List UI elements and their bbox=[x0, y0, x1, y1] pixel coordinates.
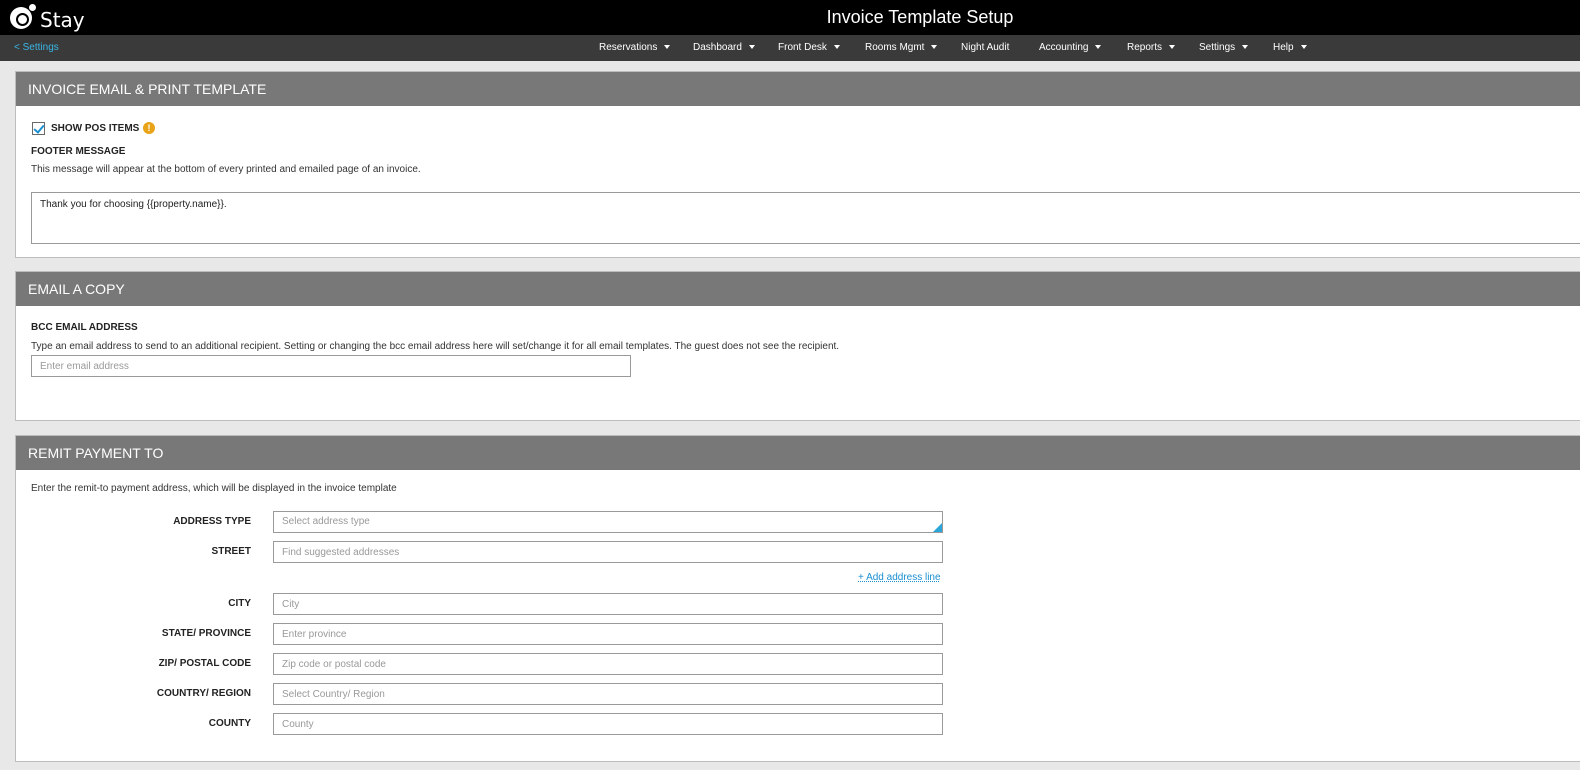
show-pos-items-checkbox[interactable] bbox=[32, 122, 45, 135]
main-nav-bar: < Settings Reservations Dashboard Front … bbox=[0, 35, 1580, 61]
nav-item-label: Reservations bbox=[599, 42, 658, 53]
email-copy-panel: EMAIL A COPY BCC EMAIL ADDRESS Type an e… bbox=[15, 271, 1580, 421]
footer-message-hint: This message will appear at the bottom o… bbox=[31, 164, 421, 175]
nav-item-label: Front Desk bbox=[778, 42, 827, 53]
bcc-email-label: BCC EMAIL ADDRESS bbox=[31, 322, 138, 333]
section-title: INVOICE EMAIL & PRINT TEMPLATE bbox=[16, 72, 1580, 106]
nav-item-night-audit[interactable]: Night Audit bbox=[961, 35, 1009, 61]
nav-item-label: Settings bbox=[1199, 42, 1236, 53]
info-icon[interactable]: ! bbox=[143, 122, 155, 134]
nav-item-label: Reports bbox=[1127, 42, 1163, 53]
state-province-input[interactable] bbox=[273, 623, 943, 645]
street-label: STREET bbox=[211, 546, 251, 557]
nav-item-label: Night Audit bbox=[961, 42, 1010, 53]
zip-postal-code-label: ZIP/ POSTAL CODE bbox=[158, 658, 251, 669]
nav-item-reports[interactable]: Reports bbox=[1127, 35, 1176, 61]
chevron-down-icon bbox=[1300, 45, 1307, 50]
county-label: COUNTY bbox=[208, 718, 251, 729]
dropdown-corner-icon bbox=[933, 523, 942, 532]
nav-item-label: Accounting bbox=[1039, 42, 1089, 53]
logo-dot-icon bbox=[29, 4, 36, 11]
footer-message-label: FOOTER MESSAGE bbox=[31, 146, 126, 157]
nav-item-accounting[interactable]: Accounting bbox=[1039, 35, 1102, 61]
nav-item-dashboard[interactable]: Dashboard bbox=[693, 35, 755, 61]
city-label: CITY bbox=[228, 598, 251, 609]
chevron-down-icon bbox=[931, 45, 938, 50]
brand-name: Stay bbox=[40, 8, 85, 32]
top-bar: Stay Invoice Template Setup bbox=[0, 0, 1580, 35]
section-title: REMIT PAYMENT TO bbox=[16, 436, 1580, 470]
invoice-template-panel: INVOICE EMAIL & PRINT TEMPLATE SHOW POS … bbox=[15, 71, 1580, 258]
chevron-down-icon bbox=[833, 45, 840, 50]
remit-payment-panel: REMIT PAYMENT TO Enter the remit-to paym… bbox=[15, 435, 1580, 762]
nav-item-rooms-mgmt[interactable]: Rooms Mgmt bbox=[865, 35, 938, 61]
section-title: EMAIL A COPY bbox=[16, 272, 1580, 306]
app-logo[interactable]: Stay bbox=[10, 4, 85, 32]
street-input[interactable] bbox=[273, 541, 943, 563]
county-input[interactable] bbox=[273, 713, 943, 735]
add-address-line-link[interactable]: + Add address line bbox=[858, 572, 941, 583]
nav-item-label: Dashboard bbox=[693, 42, 742, 53]
show-pos-items-label: SHOW POS ITEMS bbox=[51, 123, 140, 134]
back-to-settings-link[interactable]: < Settings bbox=[14, 35, 59, 61]
page-title: Invoice Template Setup bbox=[826, 7, 1014, 27]
bcc-email-input[interactable] bbox=[31, 355, 631, 377]
country-region-label: COUNTRY/ REGION bbox=[156, 688, 251, 699]
address-type-placeholder: Select address type bbox=[282, 516, 370, 527]
state-province-label: STATE/ PROVINCE bbox=[161, 628, 251, 639]
nav-item-label: Help bbox=[1273, 42, 1294, 53]
city-input[interactable] bbox=[273, 593, 943, 615]
zip-postal-code-input[interactable] bbox=[273, 653, 943, 675]
nav-item-settings[interactable]: Settings bbox=[1199, 35, 1249, 61]
remit-hint: Enter the remit-to payment address, whic… bbox=[31, 483, 397, 494]
nav-item-help[interactable]: Help bbox=[1273, 35, 1307, 61]
address-type-label: ADDRESS TYPE bbox=[173, 516, 251, 527]
chevron-down-icon bbox=[748, 45, 755, 50]
chevron-down-icon bbox=[1242, 45, 1249, 50]
nav-item-front-desk[interactable]: Front Desk bbox=[778, 35, 840, 61]
chevron-down-icon bbox=[1169, 45, 1176, 50]
nav-item-label: Rooms Mgmt bbox=[865, 42, 925, 53]
bcc-email-hint: Type an email address to send to an addi… bbox=[31, 341, 840, 352]
logo-icon bbox=[10, 7, 32, 29]
footer-message-textarea[interactable]: Thank you for choosing {{property.name}}… bbox=[31, 192, 1580, 244]
chevron-down-icon bbox=[664, 45, 671, 50]
country-region-select[interactable] bbox=[273, 683, 943, 705]
address-type-select[interactable]: Select address type bbox=[273, 511, 943, 533]
nav-item-reservations[interactable]: Reservations bbox=[599, 35, 671, 61]
chevron-down-icon bbox=[1095, 45, 1102, 50]
